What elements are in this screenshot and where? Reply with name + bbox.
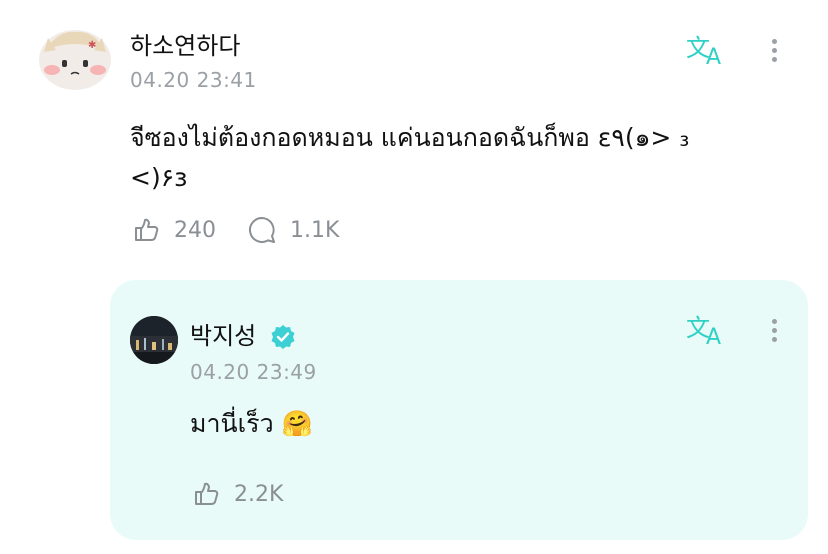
reply-author-name-row: 박지성 (190, 316, 296, 351)
svg-text:✱: ✱ (88, 40, 96, 51)
more-vertical-icon[interactable] (769, 316, 779, 346)
reply-text: มานี่เร็ว 🤗 (190, 409, 313, 438)
like-icon (195, 482, 219, 505)
reply-author-avatar[interactable] (130, 316, 178, 364)
like-button[interactable]: 240 (130, 214, 216, 246)
post-timestamp: 04.20 23:41 (130, 68, 257, 92)
comment-icon (249, 217, 275, 243)
like-count: 240 (174, 217, 216, 243)
comment-button[interactable]: 1.1K (246, 214, 339, 246)
author-name[interactable]: 하소연하다 (130, 26, 240, 61)
post: ✱ 하소연하다 04.20 23:41 文 A จีซองไม่ต้องกอดห… (0, 0, 828, 270)
reply-like-count: 2.2K (234, 481, 284, 507)
more-vertical-icon[interactable] (769, 36, 779, 66)
reply-author-name[interactable]: 박지성 (190, 322, 256, 350)
verified-icon (271, 325, 295, 349)
svg-text:A: A (706, 45, 721, 70)
reply-like-button[interactable]: 2.2K (190, 478, 283, 510)
post-text-line-1: จีซองไม่ต้องกอดหมอน แค่นอนกอดฉันก็พอ ε٩(… (130, 123, 690, 152)
translate-icon[interactable]: 文 A (684, 310, 728, 350)
author-avatar[interactable]: ✱ (38, 26, 112, 90)
comment-count: 1.1K (290, 217, 340, 243)
svg-text:A: A (706, 325, 721, 350)
reply-card: 박지성 04.20 23:49 文 A มานี่เร็ว 🤗 2.2K (110, 280, 808, 540)
reply-timestamp: 04.20 23:49 (190, 360, 317, 384)
translate-icon[interactable]: 文 A (684, 30, 728, 70)
like-icon (135, 218, 159, 241)
post-text-line-2: <)۶з (130, 163, 188, 192)
